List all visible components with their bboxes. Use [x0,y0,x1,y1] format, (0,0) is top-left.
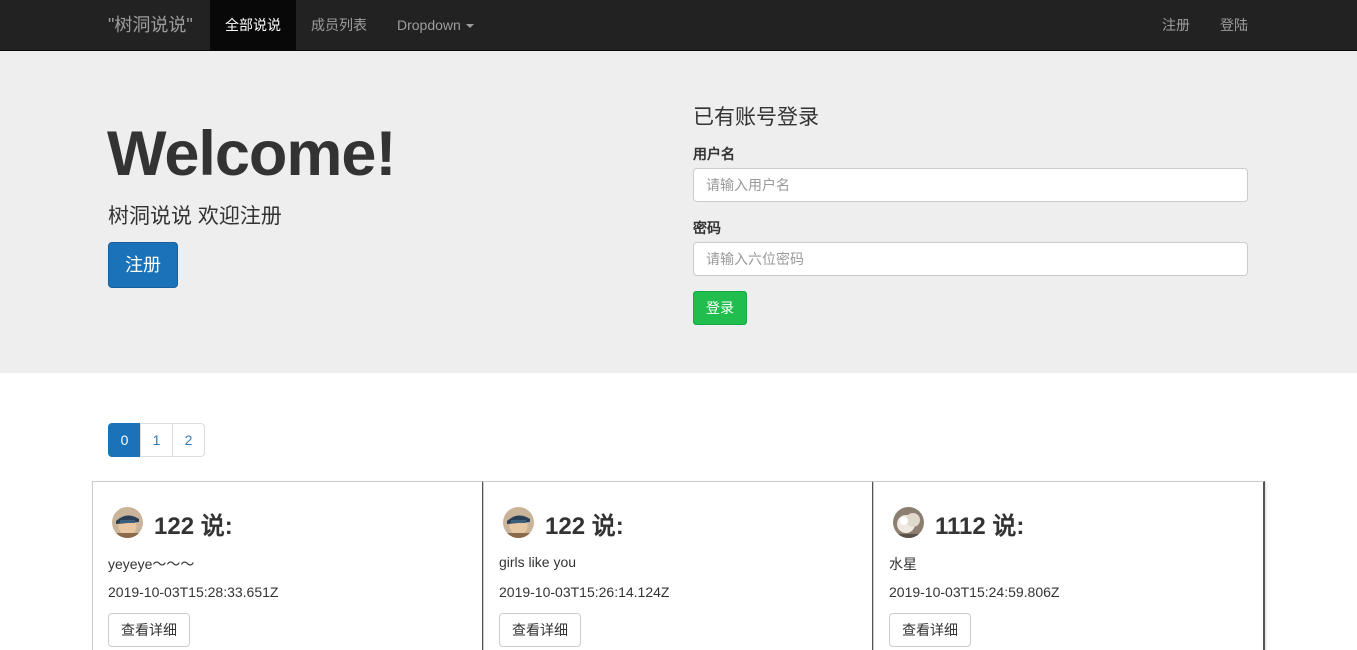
welcome-subtitle: 树洞说说 欢迎注册 [108,205,282,228]
register-button[interactable]: 注册 [108,242,178,288]
navbar: "树洞说说" 全部说说 成员列表 Dropdown 注册 登陆 [0,0,1357,51]
page-link-1[interactable]: 1 [140,423,173,457]
post-title: 122 说: [545,513,624,540]
password-label: 密码 [693,220,721,236]
nav-login-link[interactable]: 登陆 [1205,0,1263,50]
view-detail-button[interactable]: 查看详细 [889,613,971,647]
password-input[interactable] [693,242,1248,276]
caret-down-icon [465,24,474,29]
page-link-2[interactable]: 2 [172,423,205,457]
post-timestamp: 2019-10-03T15:26:14.124Z [499,584,670,600]
nav-item-members[interactable]: 成员列表 [296,0,382,50]
view-detail-button[interactable]: 查看详细 [108,613,190,647]
avatar [112,507,143,538]
brand-link[interactable]: "树洞说说" [108,0,193,50]
post-title: 1112 说: [935,513,1025,540]
page-link-0[interactable]: 0 [108,423,141,457]
post-content: yeyeye～～～ [108,556,195,572]
avatar [503,507,534,538]
post-content: 水星 [889,556,917,572]
post-card: 122 说: yeyeye～～～ 2019-10-03T15:28:33.651… [92,481,484,650]
post-timestamp: 2019-10-03T15:24:59.806Z [889,584,1060,600]
login-button[interactable]: 登录 [693,291,747,325]
username-label: 用户名 [693,146,735,162]
jumbotron: Welcome! 树洞说说 欢迎注册 注册 已有账号登录 用户名 密码 登录 [0,51,1357,373]
nav-register-link[interactable]: 注册 [1147,0,1205,50]
nav-item-dropdown[interactable]: Dropdown [382,0,489,50]
post-card: 1112 说: 水星 2019-10-03T15:24:59.806Z 查看详细 [873,481,1265,650]
post-content: girls like you [499,554,577,570]
view-detail-button[interactable]: 查看详细 [499,613,581,647]
nav-item-all-posts[interactable]: 全部说说 [210,0,296,50]
welcome-heading: Welcome! [107,119,396,189]
pagination: 0 1 2 [108,423,205,457]
login-title: 已有账号登录 [693,106,819,129]
post-timestamp: 2019-10-03T15:28:33.651Z [108,584,279,600]
post-card: 122 说: girls like you 2019-10-03T15:26:1… [483,481,874,650]
post-title: 122 说: [154,513,233,540]
username-input[interactable] [693,168,1248,202]
avatar [893,507,924,538]
dropdown-label: Dropdown [397,17,461,33]
